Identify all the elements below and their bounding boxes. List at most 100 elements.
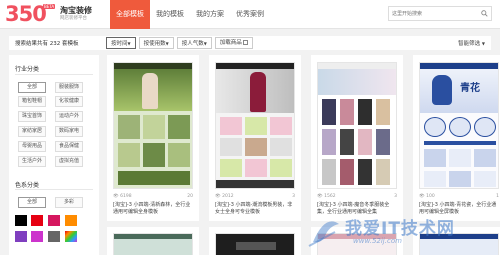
nav-showcase[interactable]: 优秀案例 (230, 0, 270, 29)
thumb-product (358, 159, 372, 185)
chevron-down-icon: ▼ (203, 41, 207, 46)
industry-tag[interactable]: 食品保健 (55, 141, 83, 152)
thumb-footer (118, 171, 190, 185)
eye-icon: 👁 2012 (215, 194, 234, 199)
watermark-text: 我爱IT技术网 (345, 219, 455, 239)
filter-bar: 搜索结果共有 232 套模板 按时间▼ 按使用数▼ 按人气数▼ 加载商品 智能筛… (9, 36, 491, 50)
sort-options: 按时间▼ 按使用数▼ 按人气数▼ 加载商品 (106, 37, 256, 49)
thumb-product (245, 138, 267, 156)
industry-tag[interactable]: 家纺家居 (18, 126, 46, 137)
beta-badge: BETA (43, 4, 56, 9)
search-icon[interactable] (481, 10, 488, 17)
template-thumbnail[interactable] (215, 62, 295, 189)
divider (107, 221, 199, 227)
card-stats: 👁 2012 3 (215, 194, 295, 199)
template-thumbnail[interactable] (113, 233, 193, 255)
industry-title: 行业分类 (15, 66, 40, 73)
thumb-product (424, 117, 446, 137)
logo-number: 350 (5, 2, 47, 26)
nav-my-templates[interactable]: 我的模板 (150, 0, 190, 29)
chevron-down-icon: ▼ (481, 41, 485, 46)
eye-icon: 👁 6198 (113, 194, 132, 199)
thumb-product (376, 129, 390, 155)
industry-tag[interactable]: 运动户外 (55, 111, 83, 122)
template-card[interactable]: 👁 6198 20 [淘宝]-3 小四端-清新森林，全行业通用可编辑全身模板 (107, 55, 199, 255)
color-swatch-purple[interactable] (15, 231, 27, 242)
thumb-product (118, 143, 140, 167)
site-subtitle: 网店装修平台 (60, 16, 87, 21)
industry-tag[interactable]: 箱包鞋帽 (18, 96, 46, 107)
industry-tag[interactable]: 虚拟充值 (55, 156, 83, 167)
thumb-banner (236, 242, 276, 250)
thumb-product (449, 117, 471, 137)
color-swatch-rose[interactable] (48, 215, 60, 226)
watermark: 我爱IT技术网 www.52ij.com (305, 210, 500, 255)
sort-by-time-button[interactable]: 按时间▼ (106, 37, 136, 49)
industry-tag[interactable]: 珠宝首饰 (18, 111, 46, 122)
thumb-product (474, 171, 496, 187)
load-products-toggle[interactable]: 加载商品 (214, 37, 253, 49)
template-thumbnail[interactable]: 青花 (419, 62, 499, 189)
view-count: 2012 (222, 194, 234, 199)
thumb-product (322, 159, 336, 185)
count-suffix: 套模板 (62, 41, 79, 47)
divider (209, 221, 301, 227)
thumb-product (245, 159, 267, 177)
logo[interactable]: 350 BETA (5, 3, 60, 25)
thumb-product (143, 143, 165, 167)
divider (15, 189, 93, 190)
thumb-product (340, 159, 354, 185)
template-thumbnail[interactable] (113, 62, 193, 189)
smart-filter-label: 智能筛选 (458, 41, 481, 47)
thumb-product (474, 149, 496, 167)
thumb-product (376, 159, 390, 185)
industry-tag[interactable]: 服装服饰 (55, 82, 83, 93)
view-count: 6198 (120, 194, 132, 199)
thumb-product (424, 149, 446, 167)
checkbox-label: 加载商品 (219, 40, 242, 46)
thumb-nav (114, 234, 192, 239)
thumb-product (118, 115, 140, 139)
thumb-product (270, 159, 292, 177)
industry-tag[interactable]: 母婴用品 (18, 141, 46, 152)
template-thumbnail[interactable] (215, 233, 295, 255)
sort-by-popularity-button[interactable]: 按人气数▼ (176, 37, 212, 49)
color-tag[interactable]: 多彩 (55, 197, 83, 208)
thumb-model (250, 72, 266, 112)
template-description[interactable]: [淘宝]-3 小四端-潮流模板男装，非女士全身可专业模板 (215, 202, 297, 216)
industry-tag[interactable]: 数码家电 (55, 126, 83, 137)
color-swatch-black[interactable] (15, 215, 27, 226)
count-prefix: 搜索结果共有 (15, 41, 49, 47)
main-nav: 全部模板 我的模板 我的方案 优秀案例 (110, 0, 270, 29)
thumb-product (424, 171, 446, 187)
template-description[interactable]: [淘宝]-3 小四端-清新森林，全行业通用可编辑全身模板 (113, 202, 195, 216)
like-count: 3 (394, 194, 397, 199)
color-tag[interactable]: 全部 (18, 197, 46, 208)
industry-tag[interactable]: 化妆健康 (55, 96, 83, 107)
card-stats: 👁 100 1 (419, 194, 499, 199)
search-input[interactable] (389, 7, 477, 20)
color-swatch-multicolor[interactable] (65, 231, 77, 242)
industry-tag[interactable]: 全部 (18, 82, 46, 93)
nav-all-templates[interactable]: 全部模板 (110, 0, 150, 29)
result-count: 搜索结果共有 232 套模板 (15, 39, 79, 47)
color-swatch-gray[interactable] (48, 231, 60, 242)
checkbox[interactable] (242, 40, 248, 45)
template-card[interactable]: 👁 2012 3 [淘宝]-3 小四端-潮流模板男装，非女士全身可专业模板 (209, 55, 301, 255)
color-swatch-orange[interactable] (65, 215, 77, 226)
view-count: 100 (426, 194, 435, 199)
thumb-product (449, 171, 471, 187)
color-swatch-red[interactable] (31, 215, 43, 226)
thumb-footer (216, 180, 294, 188)
color-swatch-magenta[interactable] (31, 231, 43, 242)
nav-my-plans[interactable]: 我的方案 (190, 0, 230, 29)
thumb-product (322, 129, 336, 155)
template-thumbnail[interactable] (317, 62, 397, 189)
sort-label: 按人气数 (181, 41, 204, 47)
card-stats: 👁 6198 20 (113, 194, 193, 199)
smart-filter-link[interactable]: 智能筛选 ▼ (458, 39, 485, 47)
sort-by-usage-button[interactable]: 按使用数▼ (138, 37, 174, 49)
sort-label: 按使用数 (143, 41, 166, 47)
thumb-product (322, 99, 336, 125)
industry-tag[interactable]: 生活户外 (18, 156, 46, 167)
